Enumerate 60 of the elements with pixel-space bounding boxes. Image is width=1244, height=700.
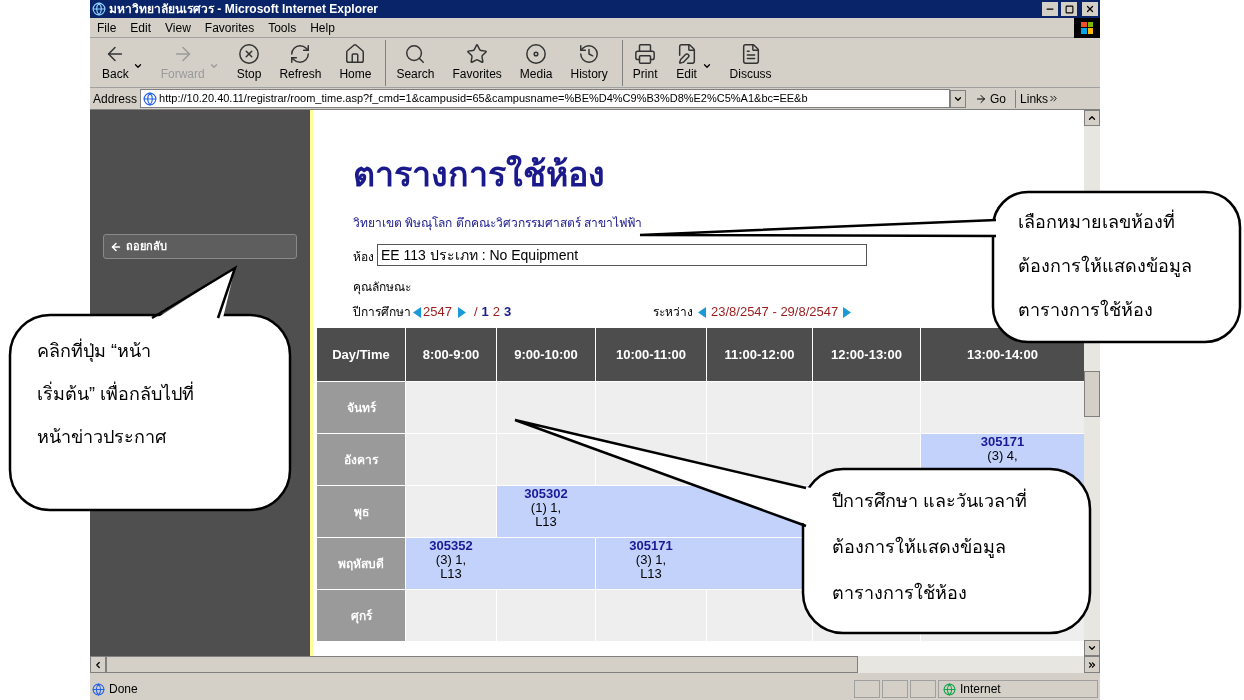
back-button[interactable]: ถอยกลับ <box>103 234 297 259</box>
column-header: 10:00-11:00 <box>595 328 706 381</box>
toolbar-button[interactable]: Refresh <box>273 39 328 86</box>
features-label: คุณลักษณะ <box>353 279 412 296</box>
column-header: Day/Time <box>317 328 405 381</box>
date-range: 23/8/2547 - 29/8/2547 <box>711 303 839 322</box>
row-header: พฤหัสบดี <box>317 537 405 589</box>
address-field[interactable]: http://10.20.40.11/registrar/room_time.asp?f_cmd=1&campusid=65&campusname=%BE%D4%C9%B3%D8%E2%C5%A1&bc=EE&b <box>140 89 951 108</box>
toolbar-button[interactable]: Stop <box>230 39 268 86</box>
semester-link[interactable]: 3 <box>504 302 512 322</box>
course-code: 305352 <box>429 539 473 553</box>
status-text: Done <box>109 681 138 698</box>
row-header: ศุกร์ <box>317 589 405 641</box>
row-header: อังคาร <box>317 433 405 485</box>
course-code: 305171 <box>629 539 673 553</box>
booking-details: (1) 1, L13 <box>530 501 562 529</box>
column-header: 8:00-9:00 <box>405 328 496 381</box>
address-label: Address <box>93 90 138 108</box>
menu-item[interactable]: View <box>165 18 191 37</box>
page-title: ตารางการใช้ห้อง <box>353 154 606 195</box>
booking-cell[interactable]: 305352 (3) 1, L13 <box>405 537 496 589</box>
slash-text: / <box>473 303 478 322</box>
callout-text: คลิกที่ปุ่ม “หน้า เริ่มต้น” เพื่อกลับไปที่ หน้าข่าวประกาศ <box>37 330 194 459</box>
toolbar-button[interactable]: Back <box>96 39 149 86</box>
column-header: 12:00-13:00 <box>812 328 920 381</box>
column-header: 11:00-12:00 <box>706 328 812 381</box>
menu-item[interactable]: Tools <box>268 18 297 37</box>
menu-item[interactable]: Edit <box>130 18 152 37</box>
menu-item[interactable]: File <box>97 18 117 37</box>
booking-details: (3) 4, <box>987 449 1018 463</box>
toolbar-button[interactable]: Discuss <box>723 39 778 86</box>
zone-text: Internet <box>960 681 1001 698</box>
toolbar-button[interactable]: Edit <box>669 39 718 86</box>
row-header: จันทร์ <box>317 381 405 433</box>
menu-item[interactable]: Favorites <box>204 18 255 37</box>
toolbar-button[interactable]: Print <box>626 39 664 86</box>
toolbar-button[interactable]: History <box>564 39 614 86</box>
booking-details: (3) 1, L13 <box>435 553 467 581</box>
course-code: 305302 <box>524 487 568 501</box>
booking-cell[interactable]: 305171 (3) 1, L13 <box>595 537 706 589</box>
go-button[interactable]: Go <box>969 89 1013 108</box>
menu-item[interactable]: Help <box>310 18 335 37</box>
semester-link[interactable]: 2 <box>492 302 500 322</box>
window-title: มหาวิทยาลัยนเรศวร - Microsoft Internet Explorer <box>109 1 380 18</box>
semester-link[interactable]: 1 <box>481 302 489 322</box>
course-code: 305171 <box>980 435 1025 449</box>
toolbar-button[interactable]: Favorites <box>446 39 508 86</box>
range-label: ระหว่าง <box>653 304 693 321</box>
room-select[interactable]: EE 113 ประเภท : No Equipment <box>377 244 867 266</box>
row-header: พุธ <box>317 485 405 537</box>
booking-details: (3) 1, L13 <box>635 553 667 581</box>
toolbar-button[interactable]: Search <box>390 39 441 86</box>
toolbar-button[interactable]: Home <box>333 39 378 86</box>
year-value: 2547 <box>423 303 452 322</box>
links-button[interactable]: Links <box>1015 89 1064 108</box>
room-label: ห้อง <box>353 249 374 266</box>
booking-cell[interactable]: 305302 (1) 1, L13 <box>496 485 595 537</box>
year-label: ปีการศึกษา <box>353 304 411 321</box>
column-header: 9:00-10:00 <box>496 328 595 381</box>
toolbar-button[interactable]: Media <box>513 39 559 86</box>
